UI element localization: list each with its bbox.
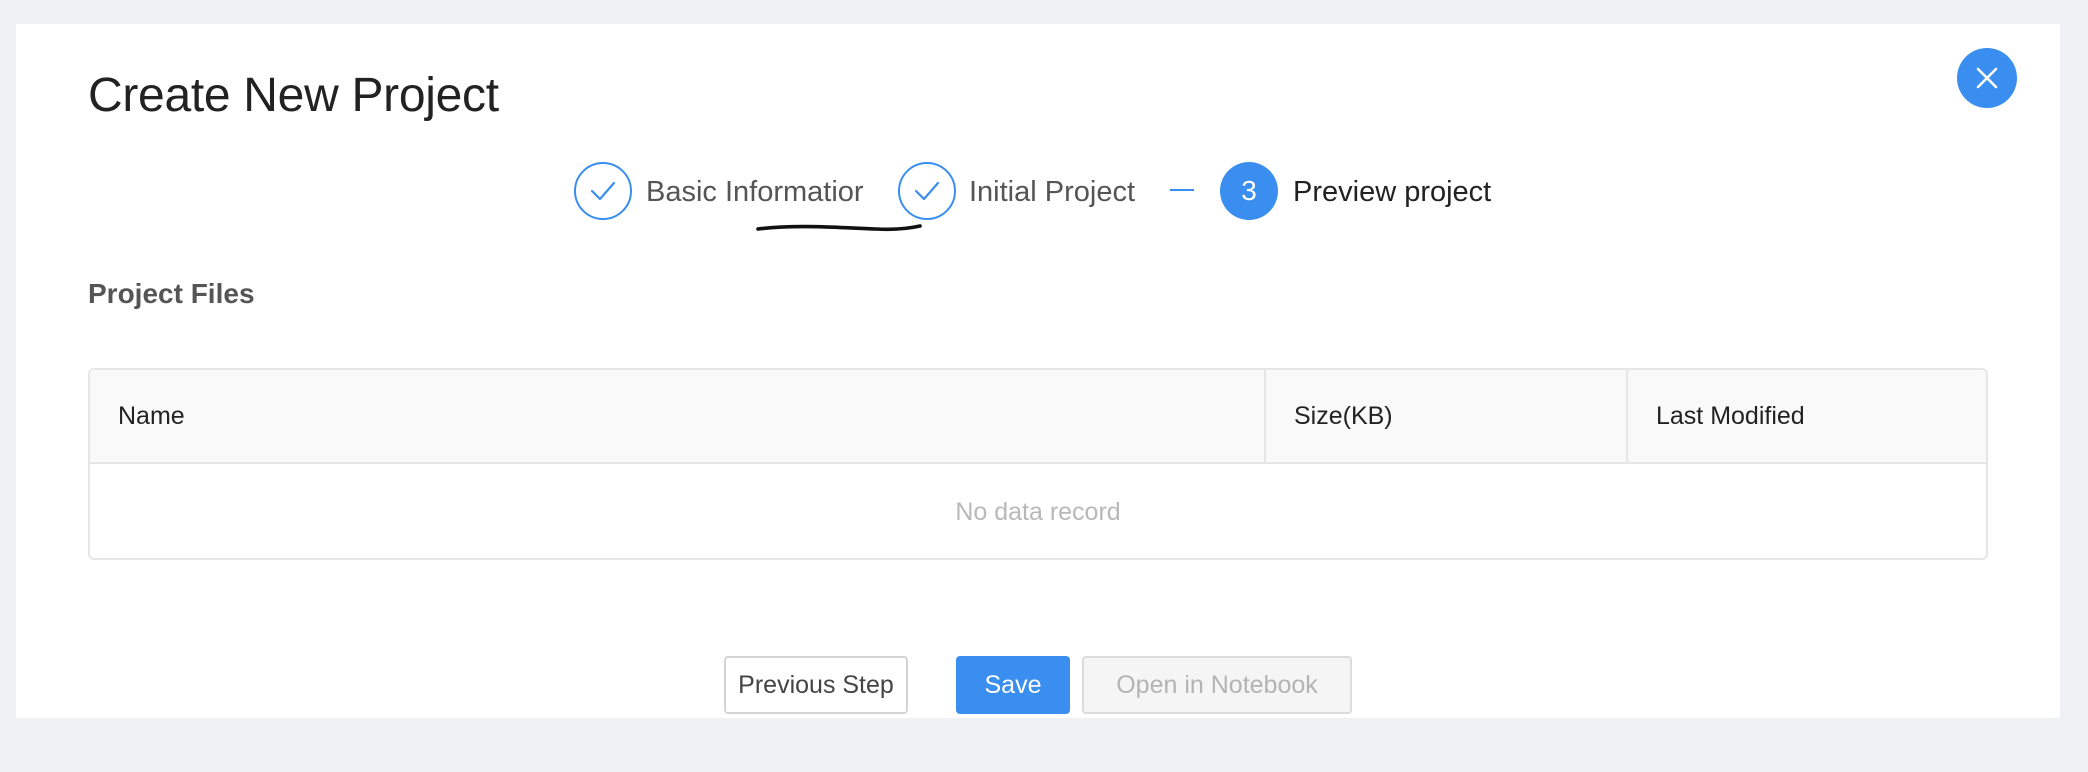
step-1-indicator <box>574 162 632 220</box>
table-header: Name Size(KB) Last Modified <box>90 370 1986 464</box>
close-button[interactable] <box>1957 48 2017 108</box>
create-project-modal: Create New Project Basic Informatior Ini… <box>16 24 2060 718</box>
step-2-indicator <box>898 162 956 220</box>
column-header-name[interactable]: Name <box>90 370 1264 462</box>
column-header-last-modified[interactable]: Last Modified <box>1626 370 1986 462</box>
step-2-label: Initial Project <box>969 176 1136 208</box>
step-connector <box>1170 189 1194 191</box>
empty-state-text: No data record <box>955 497 1121 526</box>
close-icon <box>1976 67 1998 89</box>
handwritten-underline <box>756 224 922 232</box>
check-icon <box>914 181 940 201</box>
project-files-table: Name Size(KB) Last Modified No data reco… <box>88 368 1988 560</box>
section-title: Project Files <box>88 278 255 309</box>
step-3-number: 3 <box>1241 175 1257 206</box>
column-header-size[interactable]: Size(KB) <box>1264 370 1626 462</box>
open-in-notebook-button[interactable]: Open in Notebook <box>1082 656 1352 714</box>
step-3-label: Preview project <box>1293 176 1492 208</box>
page-title: Create New Project <box>88 69 499 122</box>
step-1-label: Basic Informatior <box>646 176 864 208</box>
check-icon <box>590 181 616 201</box>
save-button[interactable]: Save <box>956 656 1070 714</box>
previous-step-button[interactable]: Previous Step <box>724 656 908 714</box>
step-3-indicator: 3 <box>1220 162 1278 220</box>
